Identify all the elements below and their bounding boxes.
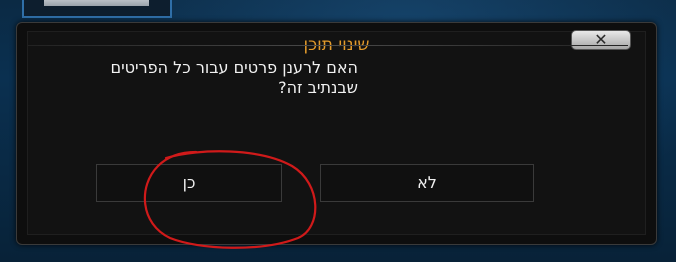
close-icon: ✕ <box>594 30 608 49</box>
yes-button[interactable]: כן <box>96 164 282 202</box>
dialog-message: האם לרענן פרטים עבור כל הפריטים שבנתיב ז… <box>28 58 358 98</box>
close-button[interactable]: ✕ <box>571 30 631 50</box>
title-divider <box>28 45 628 46</box>
background-thumbnail-image <box>44 0 149 6</box>
background-thumbnail <box>22 0 172 18</box>
dialog-message-line-1: האם לרענן פרטים עבור כל הפריטים <box>110 58 358 77</box>
no-button[interactable]: לא <box>320 164 534 202</box>
dialog-message-line-2: שבנתיב זה? <box>278 78 358 97</box>
refresh-content-dialog: שינוי תוכן ✕ <box>16 22 657 245</box>
